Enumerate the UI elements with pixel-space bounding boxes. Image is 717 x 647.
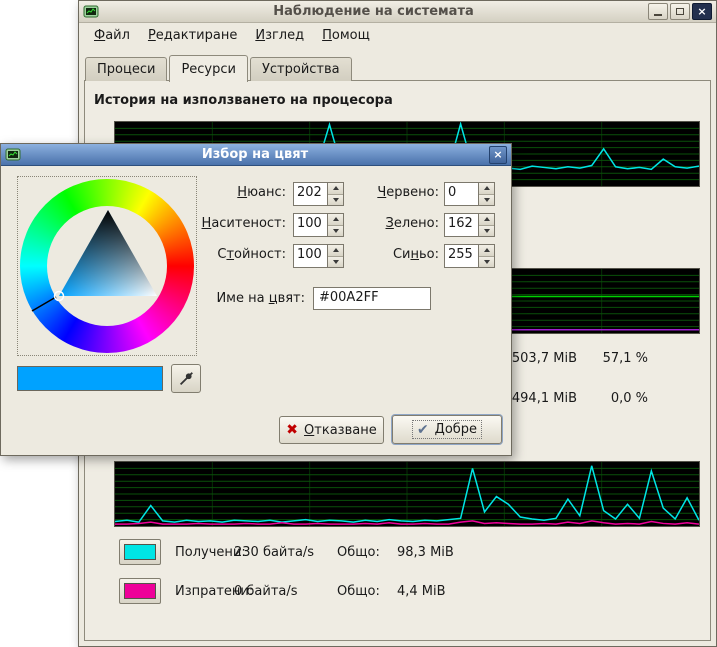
close-icon: × bbox=[697, 6, 706, 17]
hue-marker bbox=[32, 297, 56, 311]
close-button[interactable]: × bbox=[692, 3, 712, 20]
arrow-up-icon bbox=[484, 217, 490, 221]
arrow-down-icon bbox=[484, 260, 490, 264]
green-spin-down-button[interactable] bbox=[479, 226, 494, 237]
maximize-icon bbox=[676, 8, 684, 15]
arrow-down-icon bbox=[484, 229, 490, 233]
network-history-graph bbox=[114, 461, 700, 527]
color-name-input[interactable]: #00A2FF bbox=[313, 287, 431, 310]
green-label: Зелено: bbox=[336, 216, 439, 231]
eyedropper-button[interactable] bbox=[171, 364, 201, 393]
sent-color-swatch bbox=[124, 583, 156, 599]
main-window-title: Наблюдение на системата bbox=[99, 4, 648, 19]
sent-color-button[interactable] bbox=[119, 578, 161, 604]
menu-file[interactable]: Файл bbox=[85, 26, 139, 45]
value-value[interactable]: 100 bbox=[294, 245, 327, 267]
blue-label: Синьо: bbox=[336, 247, 439, 262]
ok-button-label: Добре bbox=[435, 422, 477, 437]
color-wheel[interactable] bbox=[17, 176, 197, 356]
received-color-button[interactable] bbox=[119, 539, 161, 565]
cancel-x-icon: ✖ bbox=[286, 423, 298, 437]
blue-value[interactable]: 255 bbox=[445, 245, 478, 267]
menu-edit[interactable]: Редактиране bbox=[139, 26, 246, 45]
green-spin-up-button[interactable] bbox=[479, 214, 494, 226]
sent-total-label: Общо: bbox=[337, 584, 380, 599]
cancel-button-label: Отказване bbox=[304, 423, 377, 438]
system-monitor-icon bbox=[83, 4, 99, 20]
arrow-up-icon bbox=[484, 186, 490, 190]
saturation-label: Наситеност: bbox=[181, 216, 286, 231]
blue-spin-up-button[interactable] bbox=[479, 245, 494, 257]
red-spin-down-button[interactable] bbox=[479, 195, 494, 206]
blue-spinbox[interactable]: 255 bbox=[444, 244, 495, 268]
arrow-up-icon bbox=[484, 248, 490, 252]
tab-processes[interactable]: Процеси bbox=[85, 57, 167, 81]
red-label: Червено: bbox=[336, 185, 439, 200]
hue-value[interactable]: 202 bbox=[294, 183, 327, 205]
ok-button[interactable]: ✔ Добре bbox=[392, 415, 502, 444]
red-spin-up-button[interactable] bbox=[479, 183, 494, 195]
window-controls: × bbox=[648, 3, 712, 20]
dialog-icon bbox=[5, 147, 21, 163]
minimize-button[interactable] bbox=[648, 3, 668, 20]
memory-used-percent: 57,1 % bbox=[574, 351, 648, 366]
main-titlebar[interactable]: Наблюдение на системата × bbox=[79, 1, 716, 23]
eyedropper-icon bbox=[177, 370, 195, 388]
tab-devices[interactable]: Устройства bbox=[250, 57, 352, 81]
received-color-swatch bbox=[124, 544, 156, 560]
saturation-value[interactable]: 100 bbox=[294, 214, 327, 236]
green-value[interactable]: 162 bbox=[445, 214, 478, 236]
dialog-title: Избор на цвят bbox=[21, 147, 489, 162]
dialog-close-button[interactable]: × bbox=[489, 146, 507, 164]
hue-label: Нюанс: bbox=[181, 185, 286, 200]
arrow-down-icon bbox=[484, 198, 490, 202]
maximize-button[interactable] bbox=[670, 3, 690, 20]
sent-total: 4,4 MiB bbox=[397, 584, 446, 599]
cancel-button[interactable]: ✖ Отказване bbox=[279, 416, 384, 444]
desktop: Наблюдение на системата × Файл Редактира… bbox=[0, 0, 717, 647]
dialog-titlebar[interactable]: Избор на цвят × bbox=[1, 144, 511, 166]
blue-spin-down-button[interactable] bbox=[479, 257, 494, 268]
menu-view[interactable]: Изглед bbox=[246, 26, 313, 45]
green-spinbox[interactable]: 162 bbox=[444, 213, 495, 237]
received-total-label: Общо: bbox=[337, 545, 380, 560]
menu-help[interactable]: Помощ bbox=[313, 26, 379, 45]
tab-resources[interactable]: Ресурси bbox=[169, 55, 248, 82]
saturation-value-triangle[interactable] bbox=[18, 177, 198, 357]
cpu-history-heading: История на използването на процесора bbox=[94, 93, 393, 108]
color-preview bbox=[17, 366, 163, 391]
minimize-icon bbox=[654, 14, 662, 16]
value-label: Стойност: bbox=[181, 247, 286, 262]
sent-rate: 0 байта/s bbox=[234, 584, 298, 599]
tab-bar: Процеси Ресурси Устройства bbox=[85, 53, 354, 81]
menu-bar: Файл Редактиране Изглед Помощ bbox=[79, 24, 716, 46]
received-total: 98,3 MiB bbox=[397, 545, 454, 560]
ok-check-icon: ✔ bbox=[417, 423, 429, 437]
dialog-close-icon: × bbox=[493, 149, 502, 160]
red-value[interactable]: 0 bbox=[445, 183, 478, 205]
swap-used-percent: 0,0 % bbox=[574, 391, 648, 406]
received-rate: 230 байта/s bbox=[234, 545, 314, 560]
color-name-label: Име на цвят: bbox=[181, 291, 305, 306]
red-spinbox[interactable]: 0 bbox=[444, 182, 495, 206]
color-picker-dialog: Избор на цвят × bbox=[0, 143, 512, 456]
